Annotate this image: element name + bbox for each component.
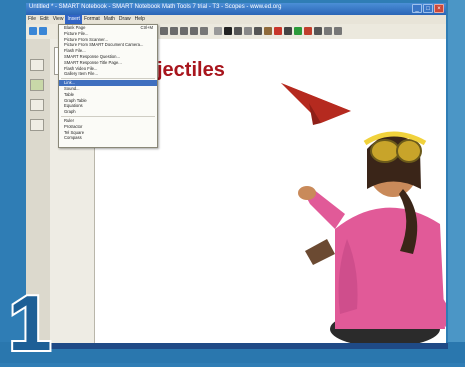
menu-item-gallery-item[interactable]: Gallery Item File...	[59, 71, 157, 77]
menu-math[interactable]: Math	[102, 15, 117, 24]
frame-right	[448, 0, 465, 363]
magic-pen-icon[interactable]	[294, 27, 302, 35]
app-window: Untitled * - SMART Notebook - SMART Note…	[26, 3, 446, 343]
fill-icon[interactable]	[304, 27, 312, 35]
menu-bar: File Edit View Insert Format Math Draw H…	[26, 15, 446, 24]
close-button[interactable]: ×	[434, 4, 444, 13]
text-icon[interactable]	[314, 27, 322, 35]
table-icon[interactable]	[200, 27, 208, 35]
title-bar: Untitled * - SMART Notebook - SMART Note…	[26, 3, 446, 15]
taskbar	[26, 343, 448, 349]
attachments-icon[interactable]	[30, 99, 44, 111]
menu-separator	[61, 78, 155, 80]
line-icon[interactable]	[254, 27, 262, 35]
capture-icon[interactable]	[190, 27, 198, 35]
menu-item-compass[interactable]: Compass	[59, 135, 157, 141]
highlighter-icon[interactable]	[274, 27, 282, 35]
menu-separator	[61, 115, 155, 117]
page-sorter-icon[interactable]	[30, 59, 44, 71]
properties-tab-icon[interactable]	[30, 119, 44, 131]
menu-help[interactable]: Help	[133, 15, 147, 24]
menu-format[interactable]: Format	[82, 15, 102, 24]
select-arrow-icon[interactable]	[224, 27, 232, 35]
display-icon[interactable]	[214, 27, 222, 35]
step-number-badge: 1	[6, 279, 53, 367]
maximize-button[interactable]: □	[423, 4, 433, 13]
child-photo	[298, 131, 446, 343]
paper-airplane-icon	[281, 83, 351, 125]
menu-insert[interactable]: Insert	[65, 15, 82, 24]
more-icon[interactable]	[334, 27, 342, 35]
gallery-icon[interactable]	[30, 79, 44, 91]
shape-icon[interactable]	[264, 27, 272, 35]
monitor-icon[interactable]	[180, 27, 188, 35]
screen-icon[interactable]	[160, 27, 168, 35]
window-title: Untitled * - SMART Notebook - SMART Note…	[29, 4, 282, 10]
minimize-button[interactable]: _	[412, 4, 422, 13]
screen-shade-icon[interactable]	[170, 27, 178, 35]
menu-edit[interactable]: Edit	[38, 15, 51, 24]
menu-file[interactable]: File	[26, 15, 38, 24]
back-arrow-icon[interactable]	[29, 27, 37, 35]
pen-icon[interactable]	[234, 27, 242, 35]
creative-pen-icon[interactable]	[244, 27, 252, 35]
eraser-icon[interactable]	[284, 27, 292, 35]
insert-menu-dropdown: Blank Page Ctrl+M Picture File... Picture…	[58, 24, 158, 148]
menu-view[interactable]: View	[51, 15, 66, 24]
menu-item-graph[interactable]: Graph	[59, 109, 157, 115]
properties-icon[interactable]	[324, 27, 332, 35]
menu-draw[interactable]: Draw	[117, 15, 133, 24]
forward-arrow-icon[interactable]	[39, 27, 47, 35]
